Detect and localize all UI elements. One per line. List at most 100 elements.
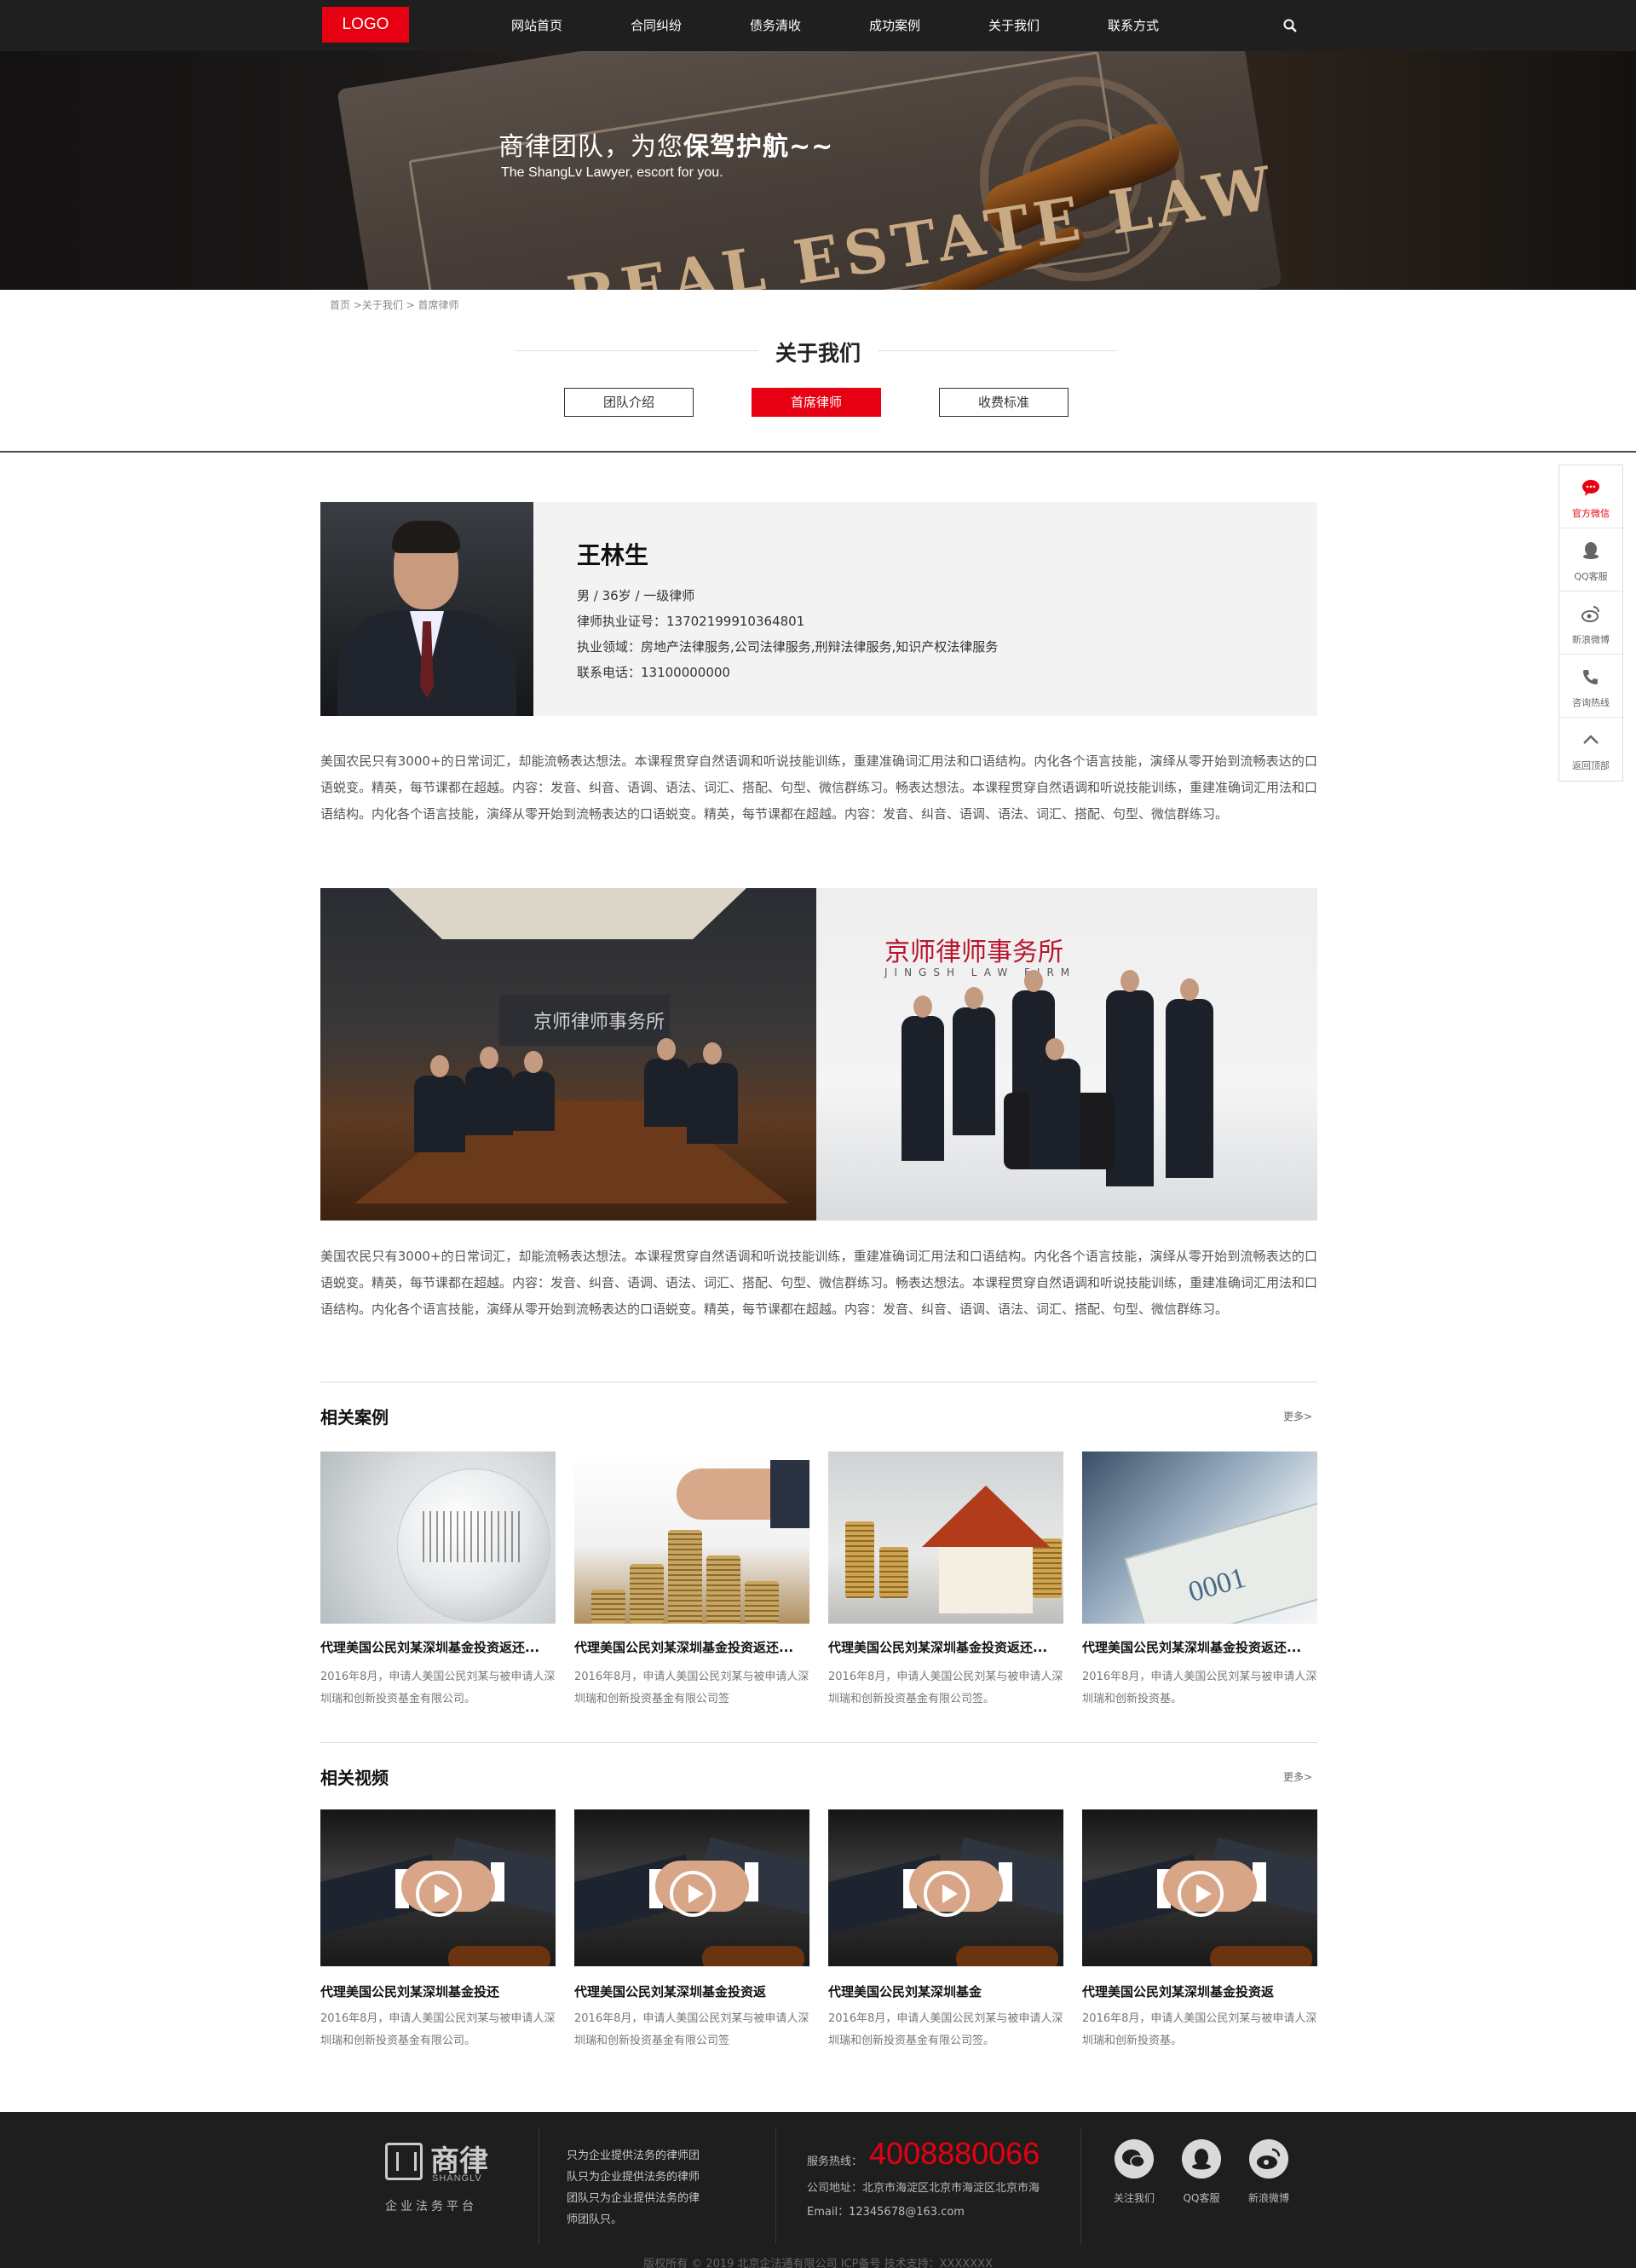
team-meeting-photo: 京师律师事务所 [320,888,816,1221]
team-photo-left-sign: 京师律师事务所 [533,1012,665,1033]
case-thumbnail[interactable] [574,1451,809,1624]
footer-social-label: QQ客服 [1183,2192,1220,2204]
related-videos-top-line [320,1742,1317,1743]
lawyer-license: 律师执业证号：13702199910364801 [577,614,805,629]
nav-item-about[interactable]: 关于我们 [954,0,1074,51]
sidebar-item-hotline[interactable]: 咨询热线 [1559,655,1622,718]
play-icon[interactable] [1178,1871,1224,1917]
lawyer-phone: 联系电话：13100000000 [577,665,730,680]
wechat-icon [1582,480,1599,496]
sidebar-item-weibo[interactable]: 新浪微博 [1559,592,1622,655]
video-title[interactable]: 代理美国公民刘某深圳基金 [828,1982,1063,2000]
play-icon[interactable] [670,1871,716,1917]
related-cases-more-link[interactable]: 更多> [1283,1409,1312,1423]
copyright: 版权所有 © 2019 北京企法通有限公司 ICP备号 技术支持：XXXXXXX [643,2258,993,2268]
team-group-photo: 京师律师事务所 JINGSH LAW FIRM [816,888,1317,1221]
sidebar-item-wechat[interactable]: 官方微信 [1559,465,1622,528]
banner-subtitle: The ShangLv Lawyer, escort for you. [501,165,723,180]
main-nav: 网站首页 合同纠纷 债务清收 成功案例 关于我们 联系方式 [477,0,1193,51]
phone-icon [1583,670,1598,684]
video-title[interactable]: 代理美国公民刘某深圳基金投还 [320,1982,556,2000]
lawyer-portrait [320,502,533,716]
play-icon[interactable] [416,1871,462,1917]
lawyer-basic-info: 男 / 36岁 / 一级律师 [577,588,695,603]
case-title[interactable]: 代理美国公民刘某深圳基金投资返还... [828,1638,1063,1656]
related-videos-title: 相关视频 [320,1768,389,1788]
case-title[interactable]: 代理美国公民刘某深圳基金投资返还... [320,1638,556,1656]
banner-title-plain: 商律团队，为您 [498,132,683,162]
tab-fee-standard[interactable]: 收费标准 [939,388,1069,417]
breadcrumb[interactable]: 首页 >关于我们 > 首席律师 [330,297,459,312]
nav-item-cases[interactable]: 成功案例 [835,0,954,51]
sidebar-item-back-to-top[interactable]: 返回顶部 [1559,718,1622,781]
case-title[interactable]: 代理美国公民刘某深圳基金投资返还... [1082,1638,1317,1656]
hero-banner: REAL ESTATE LAW [0,51,1636,290]
footer-hotline[interactable]: 4008880066 [869,2136,1040,2172]
tab-chief-lawyer[interactable]: 首席律师 [752,388,881,417]
case-thumbnail[interactable]: 0001 [1082,1451,1317,1624]
video-title[interactable]: 代理美国公民刘某深圳基金投资返 [574,1982,809,2000]
case-desc: 2016年8月，申请人美国公民刘某与被申请人深圳瑞和创新投资基金有限公司签 [574,1671,809,1705]
lawyer-practice-fields: 执业领域：房地产法律服务,公司法律服务,刑辩法律服务,知识产权法律服务 [577,639,999,655]
top-navigation-bar: LOGO 网站首页 合同纠纷 债务清收 成功案例 关于我们 联系方式 [0,0,1636,51]
lawyer-name: 王林生 [577,541,649,569]
site-footer: 商律 SHANGLV 企业法务平台 只为企业提供法务的律师团队只为企业提供法务的… [0,2112,1636,2268]
banner-title-bold: 保驾护航~~ [683,132,834,162]
video-thumbnail[interactable] [828,1809,1063,1966]
video-title[interactable]: 代理美国公民刘某深圳基金投资返 [1082,1982,1317,2000]
footer-social-label: 关注我们 [1113,2192,1155,2204]
tab-team-intro[interactable]: 团队介绍 [564,388,694,417]
weibo-icon [1581,606,1599,622]
sidebar-item-qq[interactable]: QQ客服 [1559,528,1622,592]
banner-title: 商律团队，为您保驾护航~~ [498,125,833,163]
nav-item-debt[interactable]: 债务清收 [716,0,835,51]
video-thumbnail[interactable] [574,1809,809,1966]
case-thumbnail[interactable] [320,1451,556,1624]
case-desc: 2016年8月，申请人美国公民刘某与被申请人深圳瑞和创新投资基金有限公司。 [320,1671,556,1705]
footer-hotline-label: 服务热线： [807,2155,863,2168]
video-desc: 2016年8月，申请人美国公民刘某与被申请人深圳瑞和创新投资基。 [1082,2012,1317,2047]
chevron-up-icon [1583,735,1599,744]
nav-item-contract[interactable]: 合同纠纷 [596,0,716,51]
footer-logo-en: SHANGLV [432,2173,482,2184]
case-desc: 2016年8月，申请人美国公民刘某与被申请人深圳瑞和创新投资基金有限公司签。 [828,1671,1063,1705]
search-icon[interactable] [1282,18,1298,33]
video-desc: 2016年8月，申请人美国公民刘某与被申请人深圳瑞和创新投资基金有限公司签。 [828,2012,1063,2047]
weibo-icon[interactable] [1249,2139,1288,2179]
footer-address: 公司地址：北京市海淀区北京市海淀区北京市海 [807,2182,1040,2195]
footer-logo-icon [385,2143,423,2180]
sidebar-label: 官方微信 [1572,508,1610,519]
footer-divider [775,2129,776,2244]
case-thumbnail[interactable] [828,1451,1063,1624]
footer-divider [1080,2129,1081,2244]
footer-slogan: 企业法务平台 [385,2200,477,2213]
floating-sidebar: 官方微信 QQ客服 新浪微博 咨询热线 返回顶部 [1558,465,1623,782]
related-cases-title: 相关案例 [320,1407,389,1428]
play-icon[interactable] [924,1871,970,1917]
team-photo-right-sign: 京师律师事务所 [884,938,1063,967]
footer-social-label: 新浪微博 [1247,2192,1289,2204]
team-photo-right-sign-en: JINGSH LAW FIRM [884,967,1077,978]
lawyer-profile-card: 王林生 男 / 36岁 / 一级律师 律师执业证号：13702199910364… [320,502,1317,716]
sidebar-label: 返回顶部 [1572,760,1610,771]
video-thumbnail[interactable] [1082,1809,1317,1966]
footer-email[interactable]: Email：12345678@163.com [807,2202,965,2219]
related-videos-more-link[interactable]: 更多> [1283,1769,1312,1784]
site-logo[interactable]: LOGO [322,7,409,43]
case-title[interactable]: 代理美国公民刘某深圳基金投资返还... [574,1638,809,1656]
case-desc: 2016年8月，申请人美国公民刘某与被申请人深圳瑞和创新投资基。 [1082,1671,1317,1705]
section-title: 关于我们 [775,341,861,366]
nav-item-home[interactable]: 网站首页 [477,0,596,51]
wechat-icon[interactable] [1115,2139,1154,2179]
section-divider [0,451,1636,453]
sidebar-label: 咨询热线 [1572,697,1610,708]
nav-item-contact[interactable]: 联系方式 [1074,0,1193,51]
sidebar-label: 新浪微博 [1572,634,1610,645]
video-desc: 2016年8月，申请人美国公民刘某与被申请人深圳瑞和创新投资基金有限公司签 [574,2012,809,2047]
sidebar-label: QQ客服 [1574,571,1608,582]
qq-icon[interactable] [1182,2139,1221,2179]
section-title-line-left [516,350,758,351]
video-desc: 2016年8月，申请人美国公民刘某与被申请人深圳瑞和创新投资基金有限公司。 [320,2012,556,2047]
qq-icon [1583,542,1599,559]
video-thumbnail[interactable] [320,1809,556,1966]
